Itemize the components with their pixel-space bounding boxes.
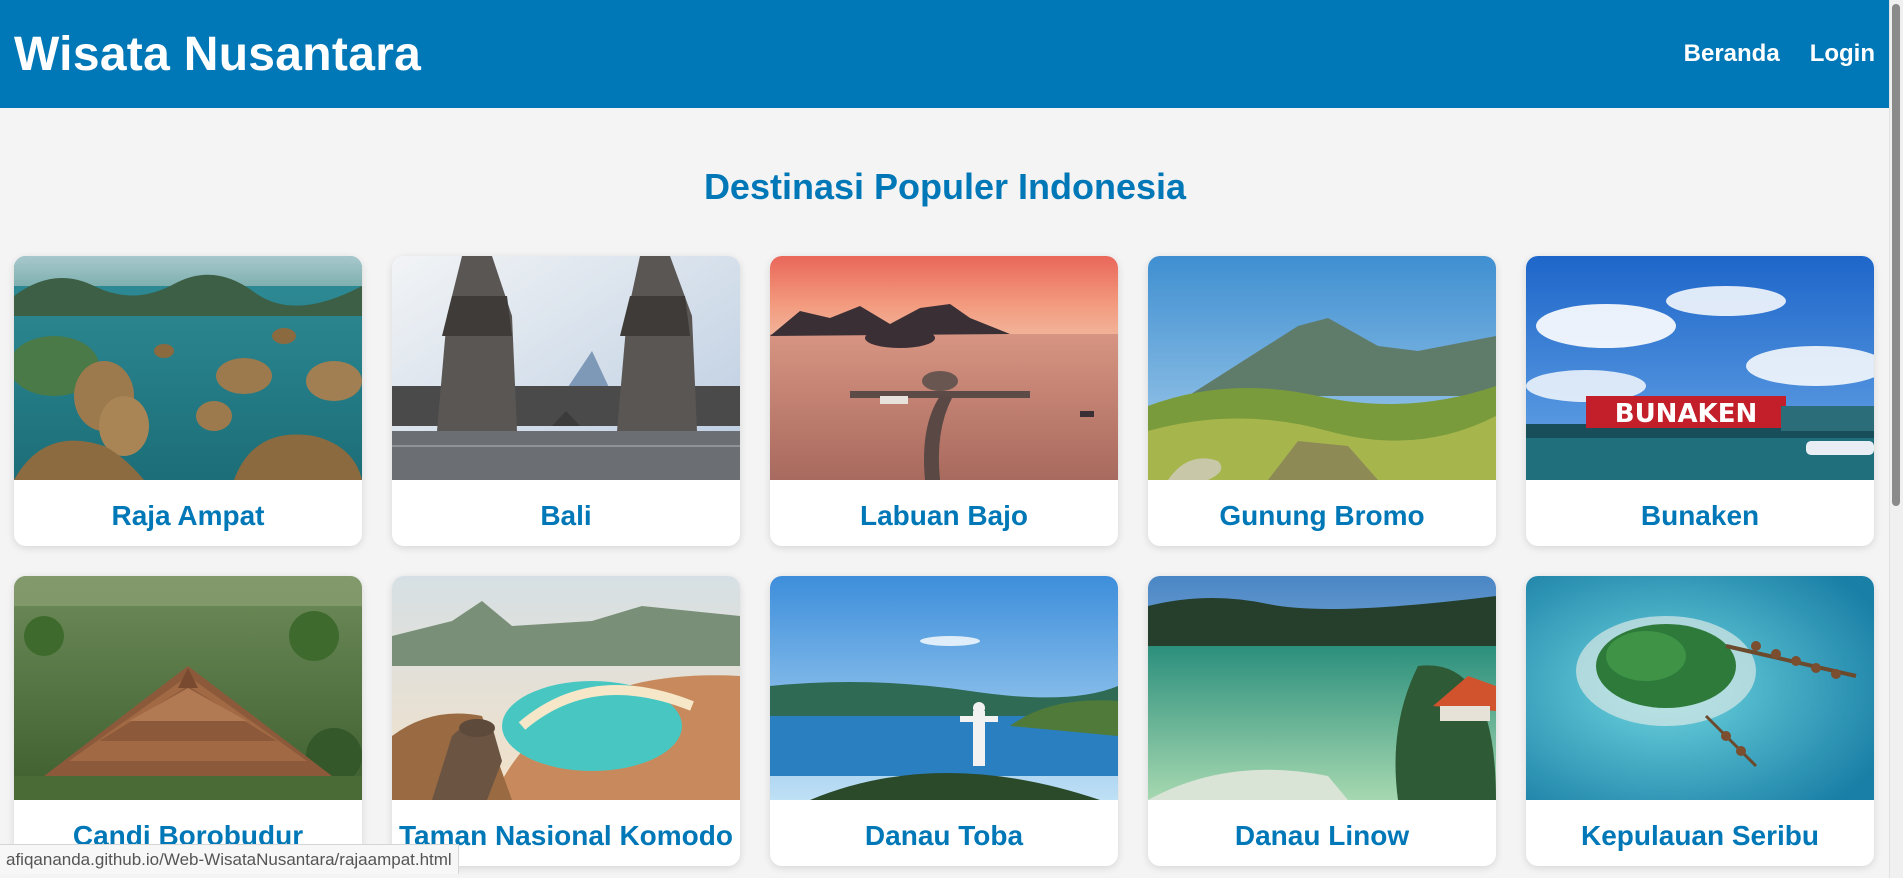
destination-card-kepulauan-seribu[interactable]: Kepulauan Seribu <box>1526 576 1874 866</box>
destination-card-labuan-bajo[interactable]: Labuan Bajo <box>770 256 1118 546</box>
site-title[interactable]: Wisata Nusantara <box>14 27 421 82</box>
destination-card-danau-linow[interactable]: Danau Linow <box>1148 576 1496 866</box>
destination-card-danau-toba[interactable]: Danau Toba <box>770 576 1118 866</box>
danau-toba-image <box>770 576 1118 800</box>
nav-link-beranda[interactable]: Beranda <box>1684 40 1780 68</box>
kepulauan-seribu-image <box>1526 576 1874 800</box>
destination-card-bunaken[interactable]: BUNAKEN Bunaken <box>1526 256 1874 546</box>
destination-name: Labuan Bajo <box>859 500 1028 531</box>
raja-ampat-image <box>14 256 362 480</box>
page: Wisata Nusantara Beranda Login Destinasi… <box>0 0 1903 878</box>
destination-name: Kepulauan Seribu <box>1580 820 1820 851</box>
destination-card-candi-borobudur[interactable]: Candi Borobudur <box>14 576 362 866</box>
taman-nasional-komodo-image <box>392 576 740 800</box>
destination-card-bali[interactable]: Bali <box>392 256 740 546</box>
bunaken-image: BUNAKEN <box>1526 256 1874 480</box>
labuan-bajo-image <box>770 256 1118 480</box>
destination-card-taman-nasional-komodo[interactable]: Taman Nasional Komodo <box>392 576 740 866</box>
section-title: Destinasi Populer Indonesia <box>703 166 1187 207</box>
bunaken-sign-text: BUNAKEN <box>1615 399 1757 429</box>
destination-name: Danau Toba <box>864 820 1024 851</box>
bali-image <box>392 256 740 480</box>
destination-name: Bali <box>540 500 592 531</box>
site-header: Wisata Nusantara Beranda Login <box>0 0 1903 108</box>
destination-name: Raja Ampat <box>111 500 265 531</box>
vertical-scrollbar[interactable] <box>1889 0 1903 878</box>
scrollbar-thumb[interactable] <box>1892 4 1900 506</box>
destination-name: Bunaken <box>1640 500 1760 531</box>
destination-name: Gunung Bromo <box>1219 500 1425 531</box>
browser-status-bar: afiqananda.github.io/Web-WisataNusantara… <box>0 844 459 874</box>
danau-linow-image <box>1148 576 1496 800</box>
candi-borobudur-image <box>14 576 362 800</box>
destination-name: Danau Linow <box>1234 820 1410 851</box>
nav-link-login[interactable]: Login <box>1810 40 1875 68</box>
gunung-bromo-image <box>1148 256 1496 480</box>
main-nav: Beranda Login <box>1684 40 1875 68</box>
destination-grid: Raja Ampat Bali Labuan Bajo Gunung Bromo… <box>14 256 1874 866</box>
destination-card-gunung-bromo[interactable]: Gunung Bromo <box>1148 256 1496 546</box>
destination-card-raja-ampat[interactable]: Raja Ampat <box>14 256 362 546</box>
